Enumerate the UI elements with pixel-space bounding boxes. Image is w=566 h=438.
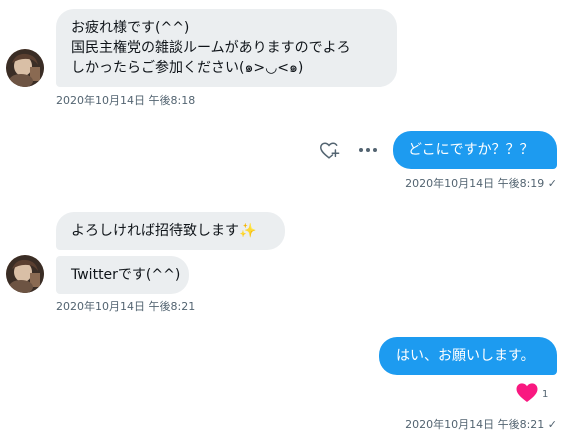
message-timestamp: 2020年10月14日 午後8:21 — [56, 300, 196, 313]
dm-conversation: お疲れ様です(^^) 国民主権党の雑談ルームがありますのでよろ しかったらご参加… — [0, 0, 566, 438]
more-horizontal-icon — [359, 148, 377, 152]
react-button[interactable] — [316, 137, 342, 163]
message-timestamp: 2020年10月14日 午後8:18 — [56, 94, 196, 107]
more-button[interactable] — [356, 138, 380, 162]
message-timestamp: 2020年10月14日 午後8:19 ✓ — [405, 177, 557, 190]
outgoing-message-bubble[interactable]: はい、お願いします。 — [379, 337, 557, 375]
reaction-count: 1 — [542, 389, 549, 400]
heart-plus-icon — [320, 142, 340, 159]
outgoing-message-bubble[interactable]: どこにですか？？？ — [393, 131, 557, 169]
message-line: 国民主権党の雑談ルームがありますのでよろ — [71, 40, 351, 56]
message-line: お疲れ様です(^^) — [71, 20, 190, 36]
incoming-message-bubble[interactable]: Twitterです(^^) — [56, 256, 189, 294]
incoming-message-bubble[interactable]: お疲れ様です(^^) 国民主権党の雑談ルームがありますのでよろ しかったらご参加… — [56, 9, 397, 87]
incoming-message-bubble[interactable]: よろしければ招待致します✨ — [56, 212, 285, 250]
sender-avatar[interactable] — [6, 255, 44, 293]
message-timestamp: 2020年10月14日 午後8:21 ✓ — [405, 418, 557, 431]
reaction-badge[interactable] — [514, 380, 540, 404]
message-line: しかったらご参加ください(๑>◡<๑) — [71, 60, 304, 76]
heart-filled-icon — [516, 383, 538, 402]
sender-avatar[interactable] — [6, 49, 44, 87]
